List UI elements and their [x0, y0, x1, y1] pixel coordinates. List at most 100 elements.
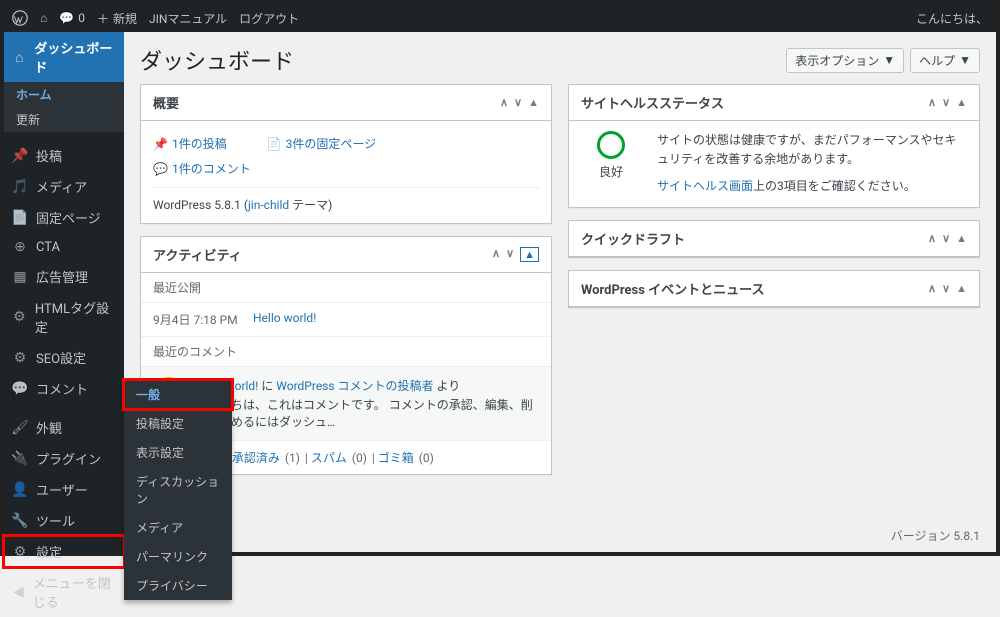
caret-up-icon[interactable]: ▲ — [956, 282, 967, 295]
cta-icon: ⊕ — [12, 239, 28, 255]
wp-logo[interactable] — [12, 10, 28, 26]
sidebar-cta[interactable]: ⊕CTA — [4, 233, 124, 261]
site-home-icon[interactable]: ⌂ — [40, 11, 47, 25]
comment-icon: 💬 — [153, 162, 168, 176]
pin-icon: 📌 — [12, 148, 28, 164]
sidebar-updates[interactable]: 更新 — [4, 107, 124, 132]
flyout-permalink[interactable]: パーマリンク — [124, 542, 232, 571]
chevron-up-icon[interactable]: ∧ — [500, 96, 508, 109]
spam-link[interactable]: スパム — [311, 451, 347, 465]
activity-post-link[interactable]: Hello world! — [253, 311, 316, 328]
plugin-icon: 🔌 — [12, 451, 28, 467]
greeting[interactable]: こんにちは、 — [916, 10, 988, 27]
sidebar-ads[interactable]: ▦広告管理 — [4, 261, 124, 292]
settings-flyout: 一般 投稿設定 表示設定 ディスカッション メディア パーマリンク プライバシー — [124, 380, 232, 600]
news-title: WordPress イベントとニュース — [581, 279, 764, 298]
comment-author-link[interactable]: WordPress コメントの投稿者 — [276, 379, 433, 393]
sidebar-dashboard[interactable]: ⌂ダッシュボード — [4, 32, 124, 82]
jin-manual-link[interactable]: JINマニュアル — [149, 10, 227, 27]
health-status-label: 良好 — [581, 163, 641, 180]
recent-comments: 最近のコメント — [141, 337, 551, 367]
sidebar-appearance[interactable]: 🖌外観 — [4, 412, 124, 443]
flyout-reading[interactable]: 表示設定 — [124, 438, 232, 467]
chevron-down-icon[interactable]: ∨ — [514, 96, 522, 109]
comment-body: こんにちは、これはコメントです。 コメントの承認、編集、削除を始めるにはダッシュ… — [195, 396, 539, 430]
admin-footer: ございます。 バージョン 5.8.1 — [124, 519, 996, 552]
chevron-down-icon[interactable]: ∨ — [942, 282, 950, 295]
sidebar-htmltag[interactable]: ⚙HTMLタグ設定 — [4, 292, 124, 342]
health-title: サイトヘルスステータス — [581, 93, 724, 112]
admin-topbar: ⌂ 💬 0 ＋ 新規 JINマニュアル ログアウト こんにちは、 — [4, 4, 996, 32]
chevron-down-icon[interactable]: ∨ — [942, 232, 950, 245]
page-icon: 📄 — [267, 137, 282, 151]
page-title: ダッシュボード — [140, 44, 294, 76]
new-content[interactable]: ＋ 新規 — [97, 10, 137, 27]
quickdraft-title: クイックドラフト — [581, 229, 685, 248]
sidebar-settings[interactable]: ⚙設定 — [4, 536, 124, 567]
trash-link[interactable]: ゴミ箱 — [378, 451, 414, 465]
flyout-privacy[interactable]: プライバシー — [124, 571, 232, 600]
flyout-discussion[interactable]: ディスカッション — [124, 467, 232, 513]
activity-date: 9月4日 7:18 PM — [153, 311, 253, 328]
caret-up-icon[interactable]: ▲ — [956, 96, 967, 109]
collapse-icon: ◀ — [12, 584, 25, 600]
sidebar-seo[interactable]: ⚙SEO設定 — [4, 342, 124, 373]
flyout-media[interactable]: メディア — [124, 513, 232, 542]
comments-link[interactable]: 1件のコメント — [172, 162, 251, 176]
brush-icon: 🖌 — [12, 420, 28, 436]
ads-icon: ▦ — [12, 269, 28, 285]
sidebar-home[interactable]: ホーム — [4, 82, 124, 107]
sidebar-plugins[interactable]: 🔌プラグイン — [4, 443, 124, 474]
comment-icon: 💬 — [12, 381, 28, 397]
sidebar-collapse[interactable]: ◀メニューを閉じる — [4, 567, 124, 617]
sidebar-media[interactable]: 🎵メディア — [4, 171, 124, 202]
chevron-up-icon[interactable]: ∧ — [928, 232, 936, 245]
gear-icon: ⚙ — [12, 350, 28, 366]
caret-up-icon[interactable]: ▲ — [956, 232, 967, 245]
quick-draft-box: クイックドラフト ∧ ∨ ▲ — [568, 220, 980, 258]
pages-link[interactable]: 3件の固定ページ — [286, 137, 377, 151]
help-button[interactable]: ヘルプ ▼ — [910, 48, 980, 73]
overview-box: 概要 ∧∨▲ 📌1件の投稿 📄3件の固定ページ 💬1件のコメント WordPre… — [140, 84, 552, 224]
caret-up-icon[interactable]: ▲ — [520, 247, 539, 262]
chevron-down-icon[interactable]: ∨ — [506, 247, 514, 262]
sidebar-pages[interactable]: 📄固定ページ — [4, 202, 124, 233]
activity-title: アクティビティ — [153, 245, 242, 264]
approved-link[interactable]: 承認済み — [232, 451, 280, 465]
health-status-icon — [597, 131, 625, 159]
comments-count[interactable]: 💬 0 — [59, 11, 85, 25]
pin-icon: 📌 — [153, 137, 168, 151]
chevron-up-icon[interactable]: ∧ — [492, 247, 500, 262]
main-content: ダッシュボード 表示オプション ▼ ヘルプ ▼ 概要 ∧ ∨ ▲ 📌 1件の投稿 📄 3… — [124, 32, 996, 552]
chevron-up-icon[interactable]: ∧ — [928, 282, 936, 295]
flyout-general[interactable]: 一般 — [124, 380, 232, 409]
chevron-down-icon: ▼ — [959, 53, 971, 67]
posts-link[interactable]: 1件の投稿 — [172, 137, 227, 151]
footer-version: バージョン 5.8.1 — [891, 527, 980, 544]
chevron-down-icon: ▼ — [883, 53, 895, 67]
screen-options-button[interactable]: 表示オプション ▼ — [786, 48, 904, 73]
sidebar-posts[interactable]: 📌投稿 — [4, 140, 124, 171]
site-health-box: サイトヘルスステータス ∧ ∨ ▲ 良好 サイトの状態は健康ですが、まだパフォーマン… — [568, 84, 980, 208]
media-icon: 🎵 — [12, 179, 28, 195]
recent-published: 最近公開 — [141, 273, 551, 303]
wrench-icon: 🔧 — [12, 513, 28, 529]
caret-up-icon[interactable]: ▲ — [528, 96, 539, 109]
logout-link[interactable]: ログアウト — [239, 10, 299, 27]
chevron-down-icon[interactable]: ∨ — [942, 96, 950, 109]
sidebar-comments[interactable]: 💬コメント — [4, 373, 124, 404]
sliders-icon: ⚙ — [12, 544, 28, 560]
flyout-writing[interactable]: 投稿設定 — [124, 409, 232, 438]
overview-title: 概要 — [153, 93, 179, 112]
health-description: サイトの状態は健康ですが、まだパフォーマンスやセキュリティを改善する余地がありま… — [657, 131, 967, 169]
dashboard-icon: ⌂ — [12, 49, 26, 65]
page-icon: 📄 — [12, 210, 28, 226]
sidebar-users[interactable]: 👤ユーザー — [4, 474, 124, 505]
site-health-link[interactable]: サイトヘルス画面 — [657, 179, 753, 193]
news-box: WordPress イベントとニュース ∧ ∨ ▲ — [568, 270, 980, 308]
admin-sidebar: ⌂ダッシュボード ホーム 更新 📌投稿 🎵メディア 📄固定ページ ⊕CTA ▦広… — [4, 32, 124, 552]
chevron-up-icon[interactable]: ∧ — [928, 96, 936, 109]
sidebar-tools[interactable]: 🔧ツール — [4, 505, 124, 536]
user-icon: 👤 — [12, 482, 28, 498]
theme-link[interactable]: jin-child — [248, 198, 289, 212]
